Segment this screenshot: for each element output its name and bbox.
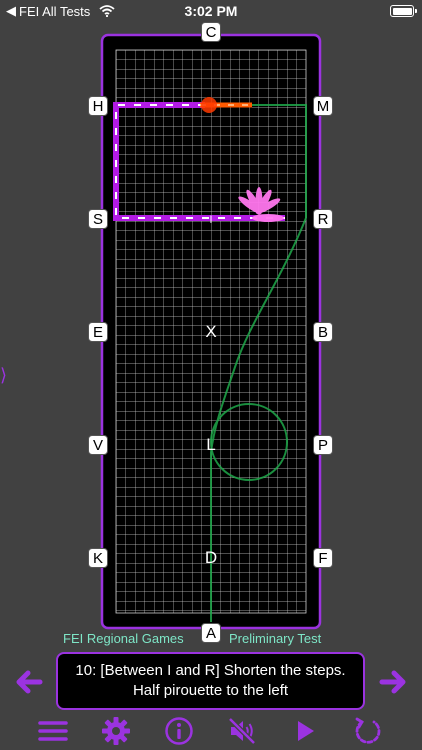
speaker-muted-icon	[228, 717, 256, 745]
menu-button[interactable]	[38, 716, 68, 746]
replay-button[interactable]	[353, 716, 383, 746]
letter-f: F	[313, 548, 333, 568]
letter-i: I	[209, 214, 213, 226]
test-info: FEI Regional Games Preliminary Test	[0, 631, 422, 649]
arena: C H M S R E B V P K F A I X L D	[0, 22, 422, 652]
settings-button[interactable]	[101, 716, 131, 746]
letter-r: R	[313, 209, 333, 229]
letter-p: P	[313, 435, 333, 455]
instruction-panel: 10: [Between I and R] Shorten the steps.…	[56, 652, 365, 710]
instruction-text: 10: [Between I and R] Shorten the steps.…	[75, 662, 346, 699]
prev-movement-button[interactable]	[14, 667, 44, 697]
competition-label: FEI Regional Games	[63, 631, 184, 646]
battery-icon	[390, 5, 417, 17]
test-name-label: Preliminary Test	[229, 631, 322, 646]
play-icon	[298, 721, 314, 741]
info-button[interactable]	[164, 716, 194, 746]
letter-x: X	[205, 322, 217, 341]
letter-m: M	[313, 96, 333, 116]
letter-c: C	[201, 22, 221, 42]
side-drawer-handle-icon[interactable]: ⟩	[0, 365, 7, 386]
letter-h: H	[88, 96, 108, 116]
letter-l: L	[206, 435, 216, 454]
play-button[interactable]	[290, 716, 320, 746]
letter-v: V	[88, 435, 108, 455]
bottom-toolbar	[0, 712, 422, 750]
replay-icon	[355, 717, 381, 744]
letter-b: B	[313, 322, 333, 342]
menu-icon	[38, 721, 68, 741]
status-time: 3:02 PM	[184, 3, 238, 19]
next-movement-button[interactable]	[378, 667, 408, 697]
mute-button[interactable]	[227, 716, 257, 746]
letter-d: D	[204, 548, 218, 567]
arrow-left-icon	[16, 670, 43, 694]
letter-e: E	[88, 322, 108, 342]
letter-s: S	[88, 209, 108, 229]
arrow-right-icon	[379, 670, 406, 694]
status-bar: ◀ FEI All Tests 3:02 PM	[0, 0, 422, 22]
letter-k: K	[88, 548, 108, 568]
info-icon	[165, 717, 193, 745]
gear-icon	[102, 717, 130, 745]
